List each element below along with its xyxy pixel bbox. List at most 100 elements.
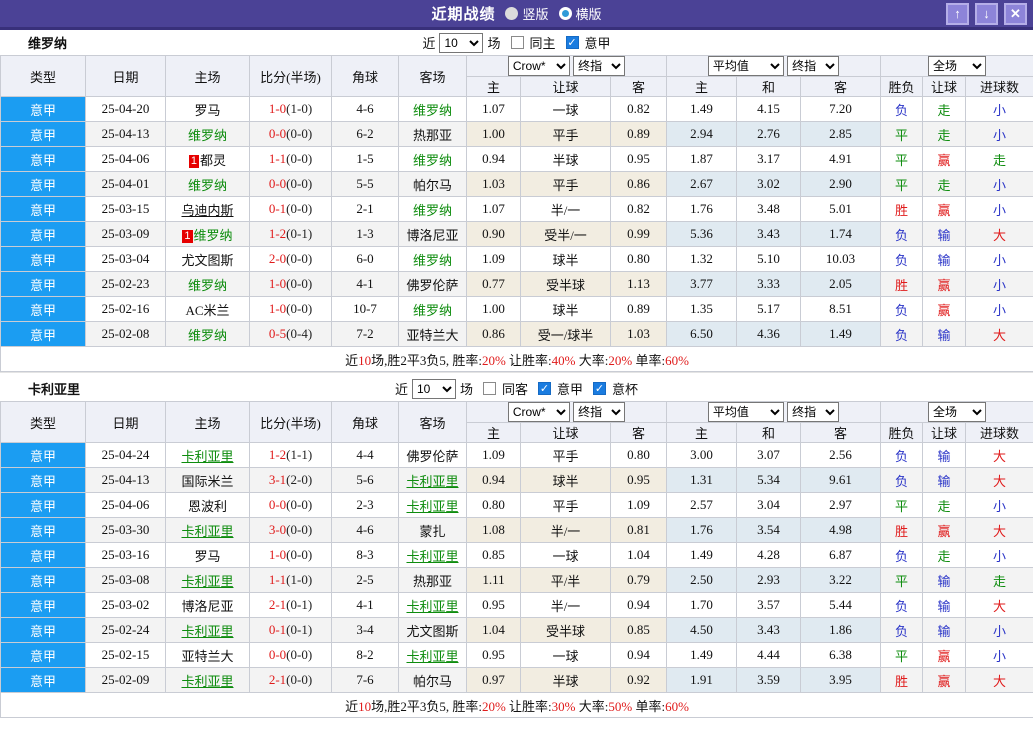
odds-stage-select[interactable]: 终指 <box>573 402 626 422</box>
matches-count-select[interactable]: 10 <box>411 378 456 399</box>
home-team-link[interactable]: 罗马 <box>194 103 220 118</box>
corners-cell: 4-4 <box>331 442 399 468</box>
corners-cell: 6-2 <box>331 121 399 147</box>
score-cell: 1-1(1-0) <box>249 567 332 593</box>
handicap-odds-cell: 0.95 <box>609 467 668 493</box>
summary-segment: 10 <box>358 352 372 368</box>
away-team-link[interactable]: 蒙扎 <box>419 524 445 539</box>
result-cell: 大 <box>965 321 1033 347</box>
filter-checkbox-1[interactable] <box>510 36 524 49</box>
away-team-link[interactable]: 卡利亚里 <box>406 499 458 514</box>
halftime-score: (0-0) <box>286 151 313 166</box>
match-row: 意甲 25-04-06 1 都灵 1-1(0-0) 1-5 维罗纳 0.94 半球 0.95 1.8… <box>0 146 1033 172</box>
radio-horizontal-icon[interactable] <box>558 7 572 20</box>
halftime-score: (0-0) <box>286 301 313 316</box>
away-team-link[interactable]: 热那亚 <box>413 128 452 143</box>
away-team-link[interactable]: 尤文图斯 <box>406 624 458 639</box>
home-team-link[interactable]: 卡利亚里 <box>181 449 233 464</box>
home-team-link[interactable]: 维罗纳 <box>188 278 227 293</box>
filter-checkbox-2[interactable] <box>565 36 579 49</box>
sub-column-header: 进球数 <box>965 422 1033 443</box>
home-team-link[interactable]: 维罗纳 <box>194 228 233 243</box>
corners-cell: 8-3 <box>331 542 399 568</box>
odds-source-select[interactable]: Crow* <box>507 402 570 422</box>
period-select[interactable]: 全场 <box>928 56 987 76</box>
period-select[interactable]: 全场 <box>928 402 987 422</box>
avg-stage-select[interactable]: 终指 <box>787 56 840 76</box>
home-team-link[interactable]: 亚特兰大 <box>181 649 233 664</box>
home-team-link[interactable]: 都灵 <box>200 153 226 168</box>
away-team-link[interactable]: 维罗纳 <box>413 103 452 118</box>
filter-checkbox-2[interactable] <box>538 382 551 395</box>
home-team-link[interactable]: 乌迪内斯 <box>181 203 233 218</box>
away-team-link[interactable]: 亚特兰大 <box>406 328 458 343</box>
home-team-link[interactable]: 维罗纳 <box>188 128 227 143</box>
home-team-link[interactable]: 罗马 <box>194 549 220 564</box>
away-team-link[interactable]: 帕尔马 <box>413 674 452 689</box>
matches-count-select[interactable]: 10 <box>439 32 484 53</box>
away-team-link[interactable]: 卡利亚里 <box>406 599 458 614</box>
home-team-link[interactable]: 尤文图斯 <box>181 253 233 268</box>
summary-segment: 20% <box>608 352 633 368</box>
home-team-link[interactable]: 维罗纳 <box>188 178 227 193</box>
away-team-link[interactable]: 卡利亚里 <box>406 549 458 564</box>
away-team-cell: 佛罗伦萨 <box>398 442 467 468</box>
home-team-link[interactable]: 恩波利 <box>188 499 227 514</box>
odds-source-select[interactable]: Crow* <box>507 56 570 76</box>
away-team-link[interactable]: 博洛尼亚 <box>406 228 458 243</box>
result-cell: 输 <box>922 321 967 347</box>
away-team-link[interactable]: 佛罗伦萨 <box>406 278 458 293</box>
away-team-link[interactable]: 维罗纳 <box>413 203 452 218</box>
home-team-link[interactable]: 博洛尼亚 <box>181 599 233 614</box>
avg-source-select[interactable]: 平均值 <box>707 56 784 76</box>
home-team-link[interactable]: 卡利亚里 <box>181 674 233 689</box>
filter-checkbox-3[interactable] <box>593 382 607 395</box>
avg-source-select[interactable]: 平均值 <box>707 402 784 422</box>
sub-column-header: 让球 <box>520 76 611 97</box>
layout-option-vertical[interactable]: 竖版 <box>505 4 549 23</box>
home-team-link[interactable]: AC米兰 <box>185 303 229 318</box>
summary-segment: 场,胜2平3负5, 胜率: <box>371 352 482 368</box>
corners-cell: 6-0 <box>331 246 399 272</box>
result-group-header: 全场 <box>880 401 1033 423</box>
summary-segment: 10 <box>358 698 372 714</box>
handicap-odds-cell: 0.89 <box>609 121 668 147</box>
handicap-odds-cell: 半/一 <box>520 517 611 543</box>
league-cell: 意甲 <box>0 667 86 693</box>
home-team-link[interactable]: 卡利亚里 <box>181 574 233 589</box>
result-cell: 输 <box>922 221 967 247</box>
away-team-link[interactable]: 热那亚 <box>413 574 452 589</box>
close-button[interactable]: ✕ <box>1004 2 1027 25</box>
layout-option-horizontal[interactable]: 横版 <box>558 4 602 23</box>
away-team-link[interactable]: 卡利亚里 <box>406 474 458 489</box>
summary-segment: 近 <box>345 352 359 368</box>
league-cell: 意甲 <box>0 542 86 568</box>
avg-odds-cell: 6.87 <box>800 542 882 568</box>
avg-odds-cell: 8.51 <box>800 296 882 322</box>
near-label: 近 <box>422 36 436 51</box>
away-team-cell: 卡利亚里 <box>398 592 467 618</box>
radio-vertical-icon[interactable] <box>505 7 519 20</box>
home-team-link[interactable]: 卡利亚里 <box>181 524 233 539</box>
column-header: 主场 <box>165 401 250 443</box>
away-team-link[interactable]: 帕尔马 <box>413 178 452 193</box>
filter-checkbox-1[interactable] <box>482 382 496 395</box>
odds-stage-select[interactable]: 终指 <box>573 56 626 76</box>
avg-odds-cell: 3.33 <box>736 271 802 297</box>
away-team-link[interactable]: 佛罗伦萨 <box>406 449 458 464</box>
avg-odds-cell: 4.50 <box>666 617 738 643</box>
away-team-link[interactable]: 维罗纳 <box>413 253 452 268</box>
home-team-link[interactable]: 国际米兰 <box>181 474 233 489</box>
avg-stage-select[interactable]: 终指 <box>787 402 840 422</box>
score-cell: 2-1(0-1) <box>249 592 332 618</box>
scroll-down-button[interactable]: ↓ <box>975 2 998 25</box>
home-team-link[interactable]: 卡利亚里 <box>181 624 233 639</box>
result-cell: 大 <box>965 517 1033 543</box>
home-team-link[interactable]: 维罗纳 <box>188 328 227 343</box>
scroll-up-button[interactable]: ↑ <box>946 2 969 25</box>
match-row: 意甲 25-03-30 卡利亚里 3-0(0-0) 4-6 蒙扎 1.08 半/一 0.81 1.… <box>0 517 1033 543</box>
away-team-link[interactable]: 维罗纳 <box>413 153 452 168</box>
filter-checkbox-label: 意甲 <box>557 382 584 397</box>
away-team-link[interactable]: 维罗纳 <box>413 303 452 318</box>
away-team-link[interactable]: 卡利亚里 <box>406 649 458 664</box>
